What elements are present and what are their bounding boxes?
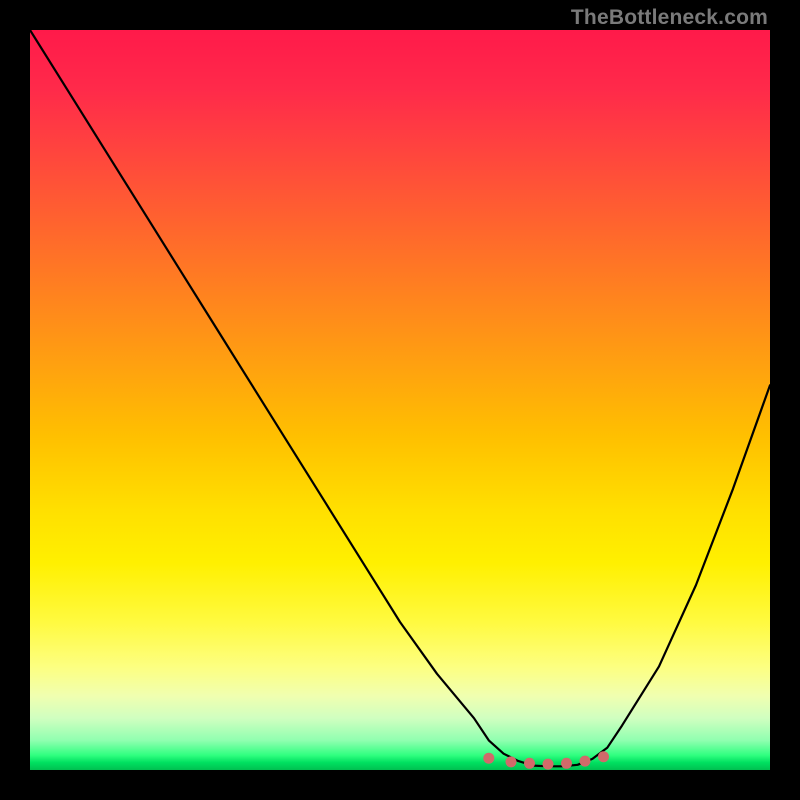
marker-dot	[561, 758, 572, 769]
marker-dot	[598, 751, 609, 762]
bottom-markers	[483, 751, 609, 769]
chart-container: TheBottleneck.com	[0, 0, 800, 800]
marker-dot	[580, 756, 591, 767]
marker-dot	[524, 758, 535, 769]
watermark-text: TheBottleneck.com	[571, 6, 768, 30]
marker-dot	[543, 759, 554, 770]
bottleneck-curve	[30, 30, 770, 766]
chart-svg	[30, 30, 770, 770]
marker-dot	[506, 756, 517, 767]
marker-dot	[483, 753, 494, 764]
